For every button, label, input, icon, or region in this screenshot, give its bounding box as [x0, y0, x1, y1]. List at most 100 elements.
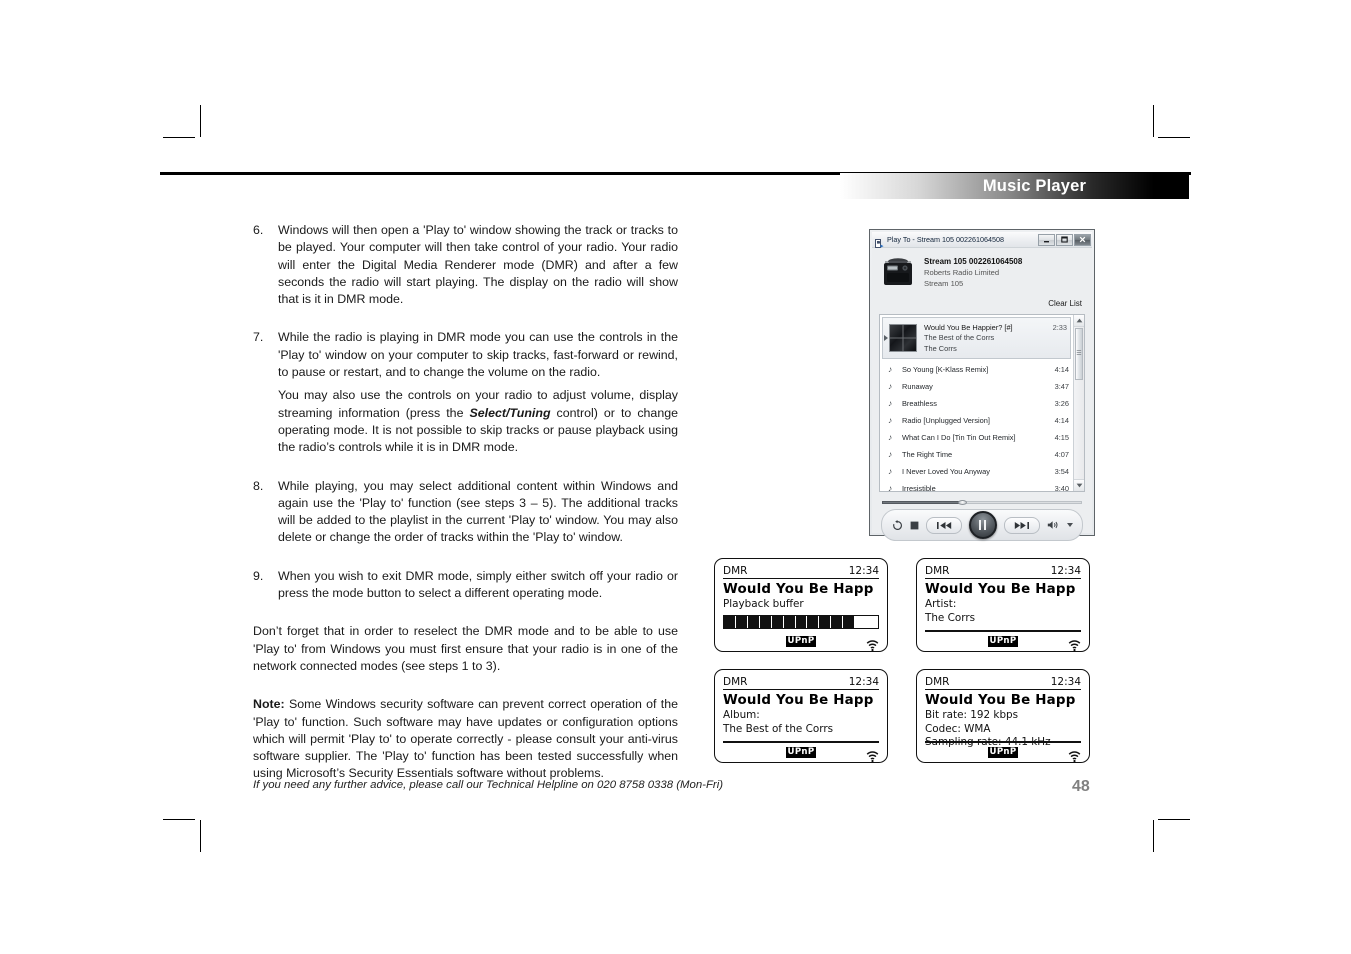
crop-mark-top-left-horizontal — [163, 137, 195, 138]
volume-icon[interactable] — [1047, 520, 1060, 530]
lcd-divider — [723, 741, 879, 743]
step-paragraph-secondary: You may also use the controls on your ra… — [278, 387, 678, 456]
window-title-bar: Play To - Stream 105 002261064508 — [872, 232, 1092, 248]
lcd-footer: UPnP — [723, 745, 879, 763]
select-tuning-emphasis: Select/Tuning — [469, 405, 551, 420]
buffer-segment — [724, 616, 736, 628]
album-art-thumbnail — [889, 324, 917, 352]
music-note-icon: ♪ — [888, 415, 893, 426]
music-note-icon: ♪ — [888, 432, 893, 443]
track-row[interactable]: ♪ Radio [Unplugged Version] 4:14 — [880, 412, 1073, 429]
step-body: Windows will then open a 'Play to' windo… — [278, 222, 678, 308]
repeat-icon[interactable] — [892, 519, 903, 531]
track-row[interactable]: ♪ The Right Time 4:07 — [880, 446, 1073, 463]
lcd-track-title: Would You Be Happ — [925, 582, 1076, 597]
buffer-segment — [807, 616, 820, 628]
note-text: Some Windows security software can preve… — [253, 697, 678, 781]
now-playing-row[interactable]: Would You Be Happier? [#] 2:33 The Best … — [882, 317, 1071, 359]
crop-mark-bottom-right-horizontal — [1158, 819, 1190, 820]
lcd-info-lines: Album: The Best of the Corrs — [723, 709, 879, 736]
note-paragraph: Note: Some Windows security software can… — [253, 696, 678, 782]
buffer-segment — [795, 616, 808, 628]
now-playing-marker-icon — [884, 335, 888, 341]
track-title: Irresistible — [902, 484, 936, 491]
now-playing-duration: 2:33 — [1052, 322, 1067, 332]
playback-buffer-bar — [723, 615, 879, 629]
track-title: So Young [K-Klass Remix] — [902, 365, 989, 374]
upnp-badge: UPnP — [785, 746, 817, 758]
playlist-panel: Would You Be Happier? [#] 2:33 The Best … — [879, 314, 1085, 492]
upnp-badge: UPnP — [987, 746, 1019, 758]
now-playing-album: The Best of the Corrs — [924, 332, 995, 342]
device-manufacturer: Roberts Radio Limited — [924, 268, 1000, 277]
play-to-app-icon — [875, 235, 884, 248]
step-item-8: 8. While playing, you may select additio… — [253, 478, 678, 547]
track-duration: 3:26 — [1054, 399, 1069, 408]
track-duration: 3:40 — [1054, 484, 1069, 491]
scroll-up-arrow-icon[interactable] — [1074, 315, 1084, 327]
device-name: Stream 105 002261064508 — [924, 257, 1023, 266]
scrollbar-thumb[interactable]: ☰ — [1075, 328, 1083, 380]
lcd-clock: 12:34 — [848, 676, 879, 688]
play-to-window: Play To - Stream 105 002261064508 Stream… — [869, 229, 1095, 541]
lcd-info-line: The Corrs — [925, 611, 976, 624]
buffer-segment — [855, 616, 868, 628]
playlist-scrollbar[interactable]: ☰ — [1073, 315, 1084, 491]
step-body: While playing, you may select additional… — [278, 478, 678, 547]
step-body: When you wish to exit DMR mode, simply e… — [278, 568, 678, 603]
stop-icon[interactable] — [910, 521, 919, 530]
radio-display-panel-streaminfo: DMR 12:34 Would You Be Happ Bit rate: 19… — [916, 669, 1090, 763]
track-row[interactable]: ♪ What Can I Do [Tin Tin Out Remix] 4:15 — [880, 429, 1073, 446]
pause-button[interactable] — [968, 511, 997, 539]
closing-paragraph: Don’t forget that in order to reselect t… — [253, 624, 678, 673]
maximize-restore-button[interactable] — [1056, 233, 1073, 246]
track-row[interactable]: ♪ So Young [K-Klass Remix] 4:14 — [880, 361, 1073, 378]
playback-progress-slider[interactable] — [882, 499, 1082, 505]
lcd-info-line: Playback buffer — [723, 598, 804, 610]
lcd-clock: 12:34 — [1050, 676, 1081, 688]
track-title: Runaway — [902, 382, 933, 391]
crop-mark-top-right-vertical — [1153, 105, 1154, 137]
lcd-mode-label: DMR — [723, 565, 748, 577]
lcd-track-title: Would You Be Happ — [723, 582, 874, 597]
track-duration: 4:14 — [1054, 416, 1069, 425]
next-track-button[interactable] — [1003, 516, 1040, 534]
clear-list-button[interactable]: Clear List — [1048, 299, 1082, 308]
window-controls — [1038, 233, 1091, 246]
track-row[interactable]: ♪ Runaway 3:47 — [880, 378, 1073, 395]
device-model: Stream 105 — [924, 279, 964, 288]
previous-track-button[interactable] — [925, 516, 962, 534]
pause-icon — [978, 520, 987, 530]
instruction-text-column: 6. Windows will then open a 'Play to' wi… — [253, 222, 678, 783]
close-button[interactable] — [1074, 233, 1091, 246]
step-body: While the radio is playing in DMR mode y… — [278, 329, 678, 456]
progress-knob[interactable] — [958, 500, 967, 505]
now-playing-artist: The Corrs — [924, 343, 957, 353]
buffer-segment — [735, 616, 748, 628]
buffer-segment — [867, 616, 878, 628]
minimize-button[interactable] — [1038, 233, 1055, 246]
track-duration: 4:15 — [1054, 433, 1069, 442]
radio-device-icon — [880, 255, 916, 288]
track-row[interactable]: ♪ I Never Loved You Anyway 3:54 — [880, 463, 1073, 480]
radio-display-panel-buffer: DMR 12:34 Would You Be Happ Playback buf… — [714, 558, 888, 652]
track-row[interactable]: ♪ Irresistible 3:40 — [880, 480, 1073, 491]
music-note-icon: ♪ — [888, 381, 893, 392]
note-label: Note: — [253, 697, 285, 712]
progress-fill — [882, 501, 962, 504]
track-row[interactable]: ♪ Breathless 3:26 — [880, 395, 1073, 412]
scroll-down-arrow-icon[interactable] — [1074, 479, 1084, 491]
lcd-divider — [925, 741, 1081, 743]
lcd-track-title: Would You Be Happ — [723, 693, 874, 708]
window-title: Play To - Stream 105 002261064508 — [887, 235, 1004, 244]
buffer-segment — [759, 616, 772, 628]
track-duration: 4:14 — [1054, 365, 1069, 374]
lcd-footer: UPnP — [925, 745, 1081, 763]
lcd-info-line: Album: — [723, 709, 760, 721]
volume-dropdown-caret-icon[interactable] — [1066, 523, 1073, 527]
track-title: I Never Loved You Anyway — [902, 467, 990, 476]
step-number: 6. — [253, 223, 264, 237]
lcd-clock: 12:34 — [1050, 565, 1081, 577]
buffer-segment — [747, 616, 760, 628]
lcd-info-line: Codec: WMA — [925, 722, 991, 735]
